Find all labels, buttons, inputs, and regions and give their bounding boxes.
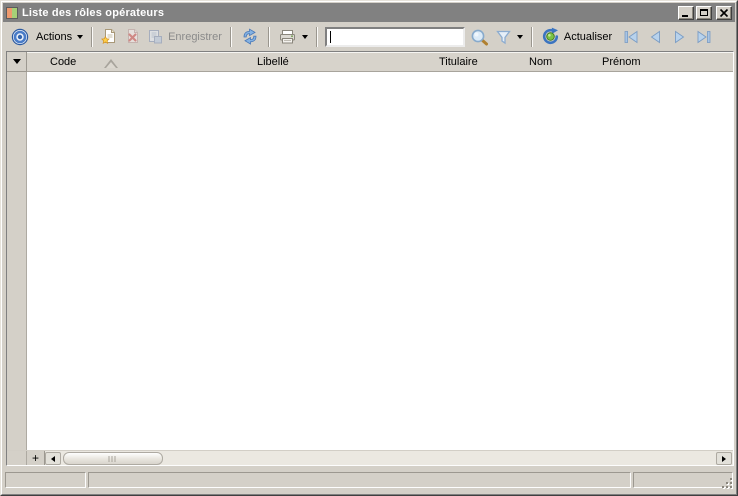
column-header-code[interactable]: Code	[50, 56, 76, 68]
toolbar-separator	[267, 26, 270, 47]
close-button[interactable]	[716, 5, 732, 20]
print-button[interactable]	[275, 25, 311, 49]
target-icon	[11, 28, 29, 46]
scrollbar-thumb[interactable]	[63, 452, 163, 465]
search-button[interactable]	[467, 25, 492, 49]
save-button-label: Enregistrer	[168, 30, 222, 43]
printer-icon	[278, 29, 297, 45]
magnifier-icon	[470, 28, 489, 46]
toolbar: Actions Enregistrer Actualiser	[4, 22, 734, 51]
minimize-button[interactable]	[678, 5, 694, 20]
chevron-down-icon	[77, 35, 84, 42]
record-navigation	[619, 26, 715, 48]
new-record-icon	[101, 28, 118, 45]
roles-grid: Code Libellé Titulaire Nom Prénom +	[6, 51, 734, 466]
last-record-icon	[697, 30, 711, 43]
status-panel-2	[88, 472, 631, 488]
column-header-titulaire[interactable]: Titulaire	[439, 56, 478, 68]
search-field-wrap	[324, 26, 465, 47]
first-record-button[interactable]	[619, 26, 643, 48]
scroll-left-button[interactable]	[45, 452, 61, 465]
toolbar-separator	[229, 26, 232, 47]
grid-empty-area[interactable]	[27, 72, 733, 450]
grid-header: Code Libellé Titulaire Nom Prénom	[7, 52, 733, 72]
print-options-chevron-icon	[301, 35, 308, 42]
scroll-left-icon	[48, 455, 55, 462]
add-row-button[interactable]: +	[27, 451, 45, 465]
status-panel-1	[5, 472, 86, 488]
actions-menu-label: Actions	[36, 30, 73, 43]
filter-button[interactable]	[492, 25, 526, 49]
first-record-icon	[624, 30, 638, 43]
last-record-button[interactable]	[691, 26, 715, 48]
sync-arrows-icon	[240, 28, 260, 45]
row-indicator-column	[7, 72, 27, 450]
refresh-globe-icon	[541, 27, 560, 46]
column-headers: Code Libellé Titulaire Nom Prénom	[27, 52, 733, 72]
app-icon	[6, 6, 18, 19]
row-selector-chevron-icon	[12, 59, 21, 68]
column-header-prenom[interactable]: Prénom	[602, 56, 641, 68]
delete-record-icon	[124, 28, 141, 45]
toolbar-separator	[530, 26, 533, 47]
titlebar: Liste des rôles opérateurs	[3, 3, 735, 22]
column-header-nom[interactable]: Nom	[529, 56, 552, 68]
status-bar	[4, 468, 734, 492]
app-window: Liste des rôles opérateurs Actions Enreg…	[0, 0, 738, 496]
status-panel-3	[633, 472, 733, 488]
grid-body	[7, 72, 733, 450]
save-document-icon	[147, 28, 164, 45]
maximize-button[interactable]	[696, 5, 712, 20]
next-record-icon	[674, 30, 684, 43]
close-icon	[719, 8, 729, 17]
column-header-libelle[interactable]: Libellé	[257, 56, 289, 68]
filter-funnel-icon	[495, 29, 512, 45]
text-caret	[329, 30, 331, 43]
resize-grip[interactable]	[719, 475, 732, 488]
filter-options-chevron-icon	[516, 35, 523, 42]
search-input[interactable]	[324, 26, 465, 47]
refresh-button-label: Actualiser	[563, 30, 613, 43]
previous-record-button[interactable]	[643, 26, 667, 48]
minimize-icon	[682, 14, 688, 17]
sync-button[interactable]	[237, 25, 263, 49]
horizontal-scrollbar: +	[7, 450, 733, 465]
actions-menu-button[interactable]: Actions	[29, 25, 86, 49]
refresh-button[interactable]: Actualiser	[538, 25, 615, 49]
window-title: Liste des rôles opérateurs	[22, 6, 165, 19]
toolbar-separator	[315, 26, 318, 47]
save-button[interactable]: Enregistrer	[144, 25, 225, 49]
scrollbar-left-stub	[7, 451, 27, 465]
previous-record-icon	[650, 30, 660, 43]
row-selector-header[interactable]	[7, 52, 27, 72]
next-record-button[interactable]	[667, 26, 691, 48]
delete-record-button[interactable]	[121, 25, 144, 49]
scroll-right-button[interactable]	[716, 452, 732, 465]
maximize-icon	[700, 8, 708, 16]
new-record-button[interactable]	[98, 25, 121, 49]
scroll-right-icon	[722, 455, 729, 462]
toolbar-separator	[91, 26, 94, 47]
